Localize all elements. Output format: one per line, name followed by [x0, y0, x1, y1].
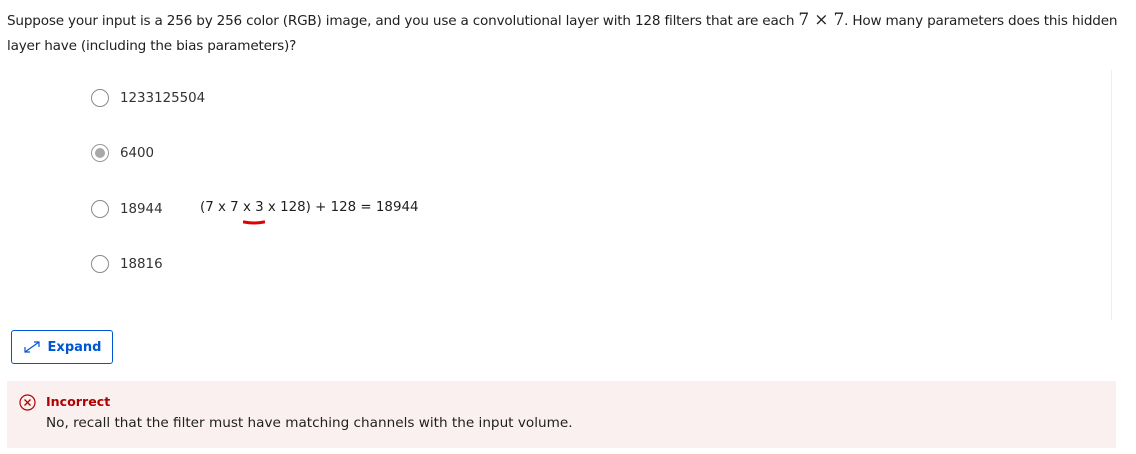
radio-button[interactable] — [91, 89, 109, 107]
question-text: Suppose your input is a 256 by 256 color… — [7, 8, 1127, 59]
option-label: 18944 — [120, 201, 163, 217]
radio-button-selected[interactable] — [91, 144, 109, 162]
option-1[interactable]: 1233125504 — [91, 87, 205, 109]
close-circle-icon — [19, 394, 36, 411]
expand-arrows-icon — [23, 341, 40, 353]
option-4[interactable]: 18816 — [91, 253, 163, 275]
option-label: 1233125504 — [120, 90, 206, 106]
option-label: 6400 — [120, 145, 155, 161]
expand-button[interactable]: Expand — [11, 330, 113, 364]
feedback-message: No, recall that the filter must have mat… — [46, 415, 573, 431]
filter-size-math: 7 × 7 — [798, 10, 845, 30]
option-label: 18816 — [120, 256, 163, 272]
option-2[interactable]: 6400 — [91, 142, 154, 164]
red-underline-mark — [243, 220, 265, 225]
feedback-panel: Incorrect No, recall that the filter mus… — [7, 381, 1116, 448]
radio-button[interactable] — [91, 255, 109, 273]
option-3[interactable]: 18944 — [91, 198, 163, 220]
expand-label: Expand — [47, 339, 102, 355]
question-text-start: Suppose your input is a 256 by 256 color… — [7, 13, 799, 29]
radio-button[interactable] — [91, 200, 109, 218]
handwritten-calculation: (7 x 7 x 3 x 128) + 128 = 18944 — [200, 200, 419, 215]
feedback-status: Incorrect — [46, 394, 111, 409]
content-divider — [1111, 70, 1112, 320]
